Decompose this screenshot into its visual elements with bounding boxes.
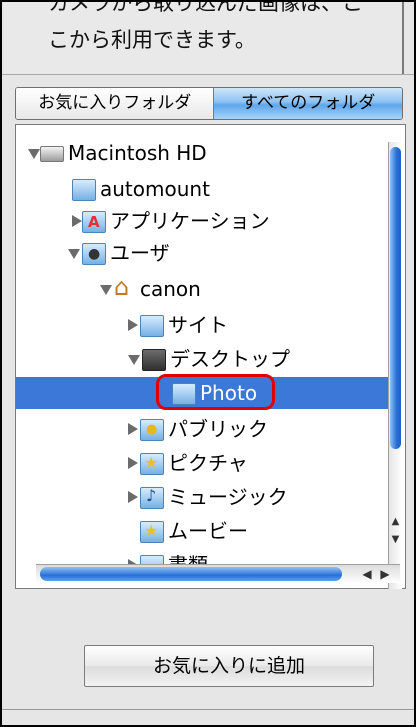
tree-row[interactable]: canon [16,271,386,305]
tree-item-label: デスクトップ [170,347,290,371]
tab-favorite-folders[interactable]: お気に入りフォルダ [16,88,215,119]
tree-item-label: automount [100,177,210,201]
instructions-line-1: カメラから取り込んだ画像は、こ [48,0,363,15]
tree-item-label: ユーザ [110,241,170,265]
desktop-folder-icon [142,349,166,371]
tree-row[interactable]: automount [16,173,386,205]
vertical-scrollbar[interactable]: ▲ ▼ [388,142,402,589]
tree-item-label: ピクチャ [168,451,248,475]
horizontal-scrollbar[interactable]: ◀ ▶ [36,564,400,583]
disclosure-triangle-open-icon[interactable] [68,249,80,259]
folder-icon [72,179,96,201]
tree-item-label: サイト [168,313,228,337]
scroll-left-arrow-icon[interactable]: ◀ [358,565,376,583]
movies-folder-icon [140,515,164,547]
instructions-line-2: こから利用できます。 [48,28,256,52]
disclosure-triangle-closed-icon[interactable] [128,423,138,435]
disclosure-triangle-closed-icon[interactable] [72,215,82,227]
divider [2,74,414,75]
tree-row[interactable]: ユーザ [16,237,386,270]
footer-divider [2,709,414,710]
tree-row[interactable]: デスクトップ [16,343,386,375]
tree-item-label: ミュージック [168,485,288,509]
scroll-up-arrow-icon[interactable]: ▲ [390,514,401,530]
tab-all-folders[interactable]: すべてのフォルダ [214,88,402,119]
tree-item-label: Macintosh HD [68,141,207,165]
users-folder-icon [82,238,106,270]
tree-item-label: ムービー [168,519,248,543]
disclosure-triangle-open-icon[interactable] [128,355,140,365]
tree-row[interactable]: アプリケーション [16,205,386,238]
folder-tab-bar: お気に入りフォルダ すべてのフォルダ [15,87,403,120]
disclosure-triangle-open-icon[interactable] [28,149,40,159]
add-to-favorites-button[interactable]: お気に入りに追加 [84,645,374,687]
sites-folder-icon [140,315,164,337]
scroll-right-arrow-icon[interactable]: ▶ [376,565,394,583]
disclosure-triangle-closed-icon[interactable] [128,491,138,503]
home-icon [114,271,136,303]
tree-item-label: canon [140,277,201,301]
pictures-folder-icon [140,447,164,479]
hard-drive-icon [40,146,64,162]
disclosure-triangle-open-icon[interactable] [100,285,112,295]
disclosure-triangle-closed-icon[interactable] [128,319,138,331]
music-folder-icon [140,480,164,512]
tree-row[interactable]: ピクチャ [16,447,386,479]
folder-panel: カメラから取り込んだ画像は、こ こから利用できます。 お気に入りフォルダ すべて… [0,0,416,727]
tree-row[interactable]: サイト [16,309,386,341]
tree-item-label: アプリケーション [110,209,270,233]
instructions-text: カメラから取り込んだ画像は、こ こから利用できます。 [4,2,404,74]
scroll-down-arrow-icon[interactable]: ▼ [390,532,401,548]
folder-tree[interactable]: Macintosh HD automount アプリケーション ユーザ cano… [15,124,406,589]
horizontal-scroll-thumb[interactable] [40,567,342,581]
tree-row[interactable]: ミュージック [16,480,386,513]
tree-row[interactable]: パブリック [16,413,386,446]
vertical-scroll-thumb[interactable] [390,147,401,449]
disclosure-triangle-closed-icon[interactable] [128,457,138,469]
highlight-ring [156,374,275,410]
tree-row[interactable]: Macintosh HD [16,137,386,169]
tree-item-label: パブリック [168,417,268,441]
tree-row[interactable]: ムービー [16,515,386,547]
public-folder-icon [140,414,164,446]
applications-folder-icon [82,206,106,238]
